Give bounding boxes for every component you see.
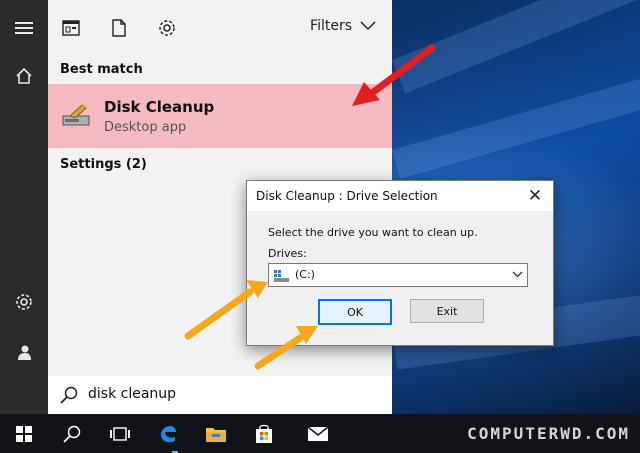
chevron-down-icon: [360, 21, 376, 31]
dialog-prompt: Select the drive you want to clean up.: [268, 226, 478, 239]
windows-start-icon[interactable]: [0, 414, 48, 453]
search-icon[interactable]: [48, 414, 96, 453]
task-view-icon[interactable]: [96, 414, 144, 453]
user-icon[interactable]: [12, 340, 36, 364]
result-disk-cleanup[interactable]: Disk Cleanup Desktop app: [48, 84, 392, 148]
best-match-heading: Best match: [60, 62, 143, 77]
drive-icon: [274, 268, 290, 287]
light-beam: [392, 78, 640, 179]
documents-icon[interactable]: [108, 17, 130, 39]
search-box[interactable]: disk cleanup: [48, 376, 392, 414]
search-input[interactable]: disk cleanup: [88, 386, 176, 402]
file-explorer-icon[interactable]: [192, 414, 240, 453]
dialog-titlebar[interactable]: Disk Cleanup : Drive Selection ✕: [247, 181, 553, 211]
settings-heading[interactable]: Settings (2): [60, 157, 147, 172]
edge-icon[interactable]: [144, 414, 192, 453]
apps-icon[interactable]: [60, 17, 82, 39]
result-subtitle: Desktop app: [104, 120, 187, 135]
chevron-down-icon: [512, 271, 523, 278]
filters-button[interactable]: Filters: [310, 18, 376, 34]
ok-button[interactable]: OK: [318, 299, 392, 325]
drive-selection-dialog: Disk Cleanup : Drive Selection ✕ Select …: [246, 180, 554, 346]
dialog-title: Disk Cleanup : Drive Selection: [256, 189, 438, 203]
start-rail: [0, 0, 48, 414]
filters-label: Filters: [310, 18, 352, 34]
search-icon: [60, 386, 78, 408]
result-title: Disk Cleanup: [104, 98, 215, 116]
selected-drive: (C:): [295, 268, 315, 281]
hamburger-icon[interactable]: [12, 16, 36, 40]
mail-icon[interactable]: [294, 414, 342, 453]
settings-icon[interactable]: [156, 17, 178, 39]
watermark: COMPUTERWD.COM: [467, 424, 630, 443]
drive-select[interactable]: (C:): [268, 263, 528, 287]
settings-icon[interactable]: [12, 290, 36, 314]
store-icon[interactable]: [240, 414, 288, 453]
exit-button[interactable]: Exit: [410, 299, 484, 323]
light-beam: [392, 0, 640, 94]
search-toolbar: Filters: [48, 0, 392, 56]
home-icon[interactable]: [12, 64, 36, 88]
drives-label: Drives:: [268, 247, 307, 260]
disk-cleanup-icon: [62, 102, 92, 134]
close-icon[interactable]: ✕: [523, 184, 547, 208]
